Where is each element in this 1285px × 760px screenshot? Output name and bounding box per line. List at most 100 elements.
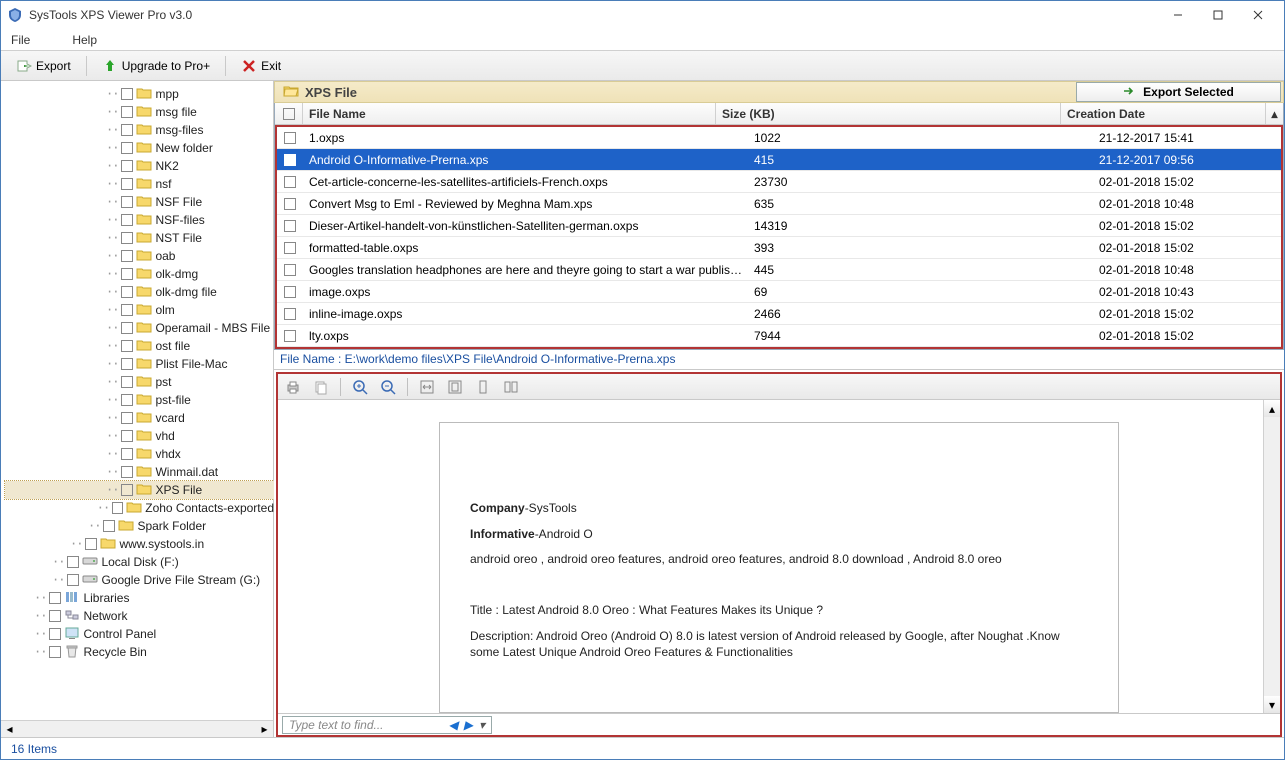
tree-checkbox[interactable] xyxy=(49,646,61,658)
tree-item[interactable]: ··NSF-files xyxy=(5,211,274,229)
scroll-down-arrow[interactable]: ▾ xyxy=(1264,696,1280,713)
column-file-name[interactable]: File Name xyxy=(303,103,716,124)
tree-checkbox[interactable] xyxy=(121,412,133,424)
find-dropdown-icon[interactable]: ▾ xyxy=(479,718,485,732)
table-row[interactable]: Dieser-Artikel-handelt-von-künstlichen-S… xyxy=(277,215,1281,237)
tree-checkbox[interactable] xyxy=(67,556,79,568)
tree-checkbox[interactable] xyxy=(121,142,133,154)
row-checkbox[interactable] xyxy=(284,330,296,342)
tree-checkbox[interactable] xyxy=(121,484,133,496)
tree-checkbox[interactable] xyxy=(121,358,133,370)
tree-item[interactable]: ··Network xyxy=(5,607,274,625)
export-button[interactable]: Export xyxy=(7,54,80,78)
tree-checkbox[interactable] xyxy=(121,250,133,262)
table-row[interactable]: Googles translation headphones are here … xyxy=(277,259,1281,281)
row-checkbox[interactable] xyxy=(284,132,296,144)
tree-checkbox[interactable] xyxy=(49,628,61,640)
menu-file[interactable]: File xyxy=(11,33,30,47)
tree-item[interactable]: ··Operamail - MBS File xyxy=(5,319,274,337)
tree-checkbox[interactable] xyxy=(67,574,79,586)
tree-item[interactable]: ··Google Drive File Stream (G:) xyxy=(5,571,274,589)
export-selected-button[interactable]: Export Selected xyxy=(1076,82,1281,102)
tree-item[interactable]: ··Libraries xyxy=(5,589,274,607)
tree-item[interactable]: ··msg file xyxy=(5,103,274,121)
tree-item[interactable]: ··olk-dmg xyxy=(5,265,274,283)
header-checkbox[interactable] xyxy=(275,103,303,124)
row-checkbox[interactable] xyxy=(284,264,296,276)
tree-item[interactable]: ··Plist File-Mac xyxy=(5,355,274,373)
tree-checkbox[interactable] xyxy=(121,196,133,208)
tree-checkbox[interactable] xyxy=(85,538,97,550)
tree-checkbox[interactable] xyxy=(121,178,133,190)
tree-checkbox[interactable] xyxy=(121,430,133,442)
print-icon[interactable] xyxy=(284,378,302,396)
table-row[interactable]: lty.oxps794402-01-2018 15:02 xyxy=(277,325,1281,347)
row-checkbox[interactable] xyxy=(284,308,296,320)
tree-checkbox[interactable] xyxy=(121,376,133,388)
tree-checkbox[interactable] xyxy=(121,322,133,334)
tree-checkbox[interactable] xyxy=(49,592,61,604)
single-page-icon[interactable] xyxy=(474,378,492,396)
tree-item[interactable]: ··oab xyxy=(5,247,274,265)
tree-item[interactable]: ··pst xyxy=(5,373,274,391)
scroll-up-arrow[interactable]: ▴ xyxy=(1266,103,1283,124)
column-size[interactable]: Size (KB) xyxy=(716,103,1061,124)
tree-item[interactable]: ··msg-files xyxy=(5,121,274,139)
zoom-in-icon[interactable] xyxy=(351,378,369,396)
tree-item[interactable]: ··pst-file xyxy=(5,391,274,409)
maximize-button[interactable] xyxy=(1198,3,1238,27)
table-row[interactable]: inline-image.oxps246602-01-2018 15:02 xyxy=(277,303,1281,325)
row-checkbox[interactable] xyxy=(284,198,296,210)
tree-item[interactable]: ··XPS File xyxy=(5,481,274,499)
tree-checkbox[interactable] xyxy=(49,610,61,622)
row-checkbox[interactable] xyxy=(284,286,296,298)
table-row[interactable]: image.oxps6902-01-2018 10:43 xyxy=(277,281,1281,303)
tree-checkbox[interactable] xyxy=(121,124,133,136)
tree-item[interactable]: ··ost file xyxy=(5,337,274,355)
table-row[interactable]: Convert Msg to Eml - Reviewed by Meghna … xyxy=(277,193,1281,215)
tree-item[interactable]: ··olk-dmg file xyxy=(5,283,274,301)
tree-checkbox[interactable] xyxy=(121,160,133,172)
table-row[interactable]: Android O-Informative-Prerna.xps41521-12… xyxy=(277,149,1281,171)
tree-item[interactable]: ··vcard xyxy=(5,409,274,427)
table-row[interactable]: 1.oxps102221-12-2017 15:41 xyxy=(277,127,1281,149)
tree-item[interactable]: ··Recycle Bin xyxy=(5,643,274,661)
column-creation-date[interactable]: Creation Date xyxy=(1061,103,1266,124)
row-checkbox[interactable] xyxy=(284,242,296,254)
copy-icon[interactable] xyxy=(312,378,330,396)
tree-checkbox[interactable] xyxy=(121,268,133,280)
tree-item[interactable]: ··Control Panel xyxy=(5,625,274,643)
tree-item[interactable]: ··NSF File xyxy=(5,193,274,211)
menu-help[interactable]: Help xyxy=(72,33,97,47)
tree-checkbox[interactable] xyxy=(121,232,133,244)
tree-item[interactable]: ··NST File xyxy=(5,229,274,247)
upgrade-button[interactable]: Upgrade to Pro+ xyxy=(93,54,219,78)
tree-checkbox[interactable] xyxy=(121,214,133,226)
tree-item[interactable]: ··Zoho Contacts-exported xyxy=(5,499,274,517)
tree-checkbox[interactable] xyxy=(103,520,115,532)
tree-item[interactable]: ··nsf xyxy=(5,175,274,193)
find-next-icon[interactable]: ▶ xyxy=(464,718,473,732)
tree-item[interactable]: ··NK2 xyxy=(5,157,274,175)
scroll-left-arrow[interactable]: ◂ xyxy=(1,721,18,737)
exit-button[interactable]: Exit xyxy=(232,54,290,78)
fit-width-icon[interactable] xyxy=(418,378,436,396)
preview-vertical-scrollbar[interactable]: ▴ ▾ xyxy=(1263,400,1280,713)
tree-item[interactable]: ··Winmail.dat xyxy=(5,463,274,481)
minimize-button[interactable] xyxy=(1158,3,1198,27)
tree-checkbox[interactable] xyxy=(121,394,133,406)
find-prev-icon[interactable]: ◀ xyxy=(449,718,458,732)
tree-checkbox[interactable] xyxy=(121,340,133,352)
tree-checkbox[interactable] xyxy=(121,466,133,478)
two-page-icon[interactable] xyxy=(502,378,520,396)
row-checkbox[interactable] xyxy=(284,176,296,188)
fit-page-icon[interactable] xyxy=(446,378,464,396)
zoom-out-icon[interactable] xyxy=(379,378,397,396)
tree-item[interactable]: ··olm xyxy=(5,301,274,319)
row-checkbox[interactable] xyxy=(284,154,296,166)
tree-checkbox[interactable] xyxy=(121,304,133,316)
tree-checkbox[interactable] xyxy=(121,88,133,100)
tree-checkbox[interactable] xyxy=(121,448,133,460)
tree-item[interactable]: ··mpp xyxy=(5,85,274,103)
row-checkbox[interactable] xyxy=(284,220,296,232)
